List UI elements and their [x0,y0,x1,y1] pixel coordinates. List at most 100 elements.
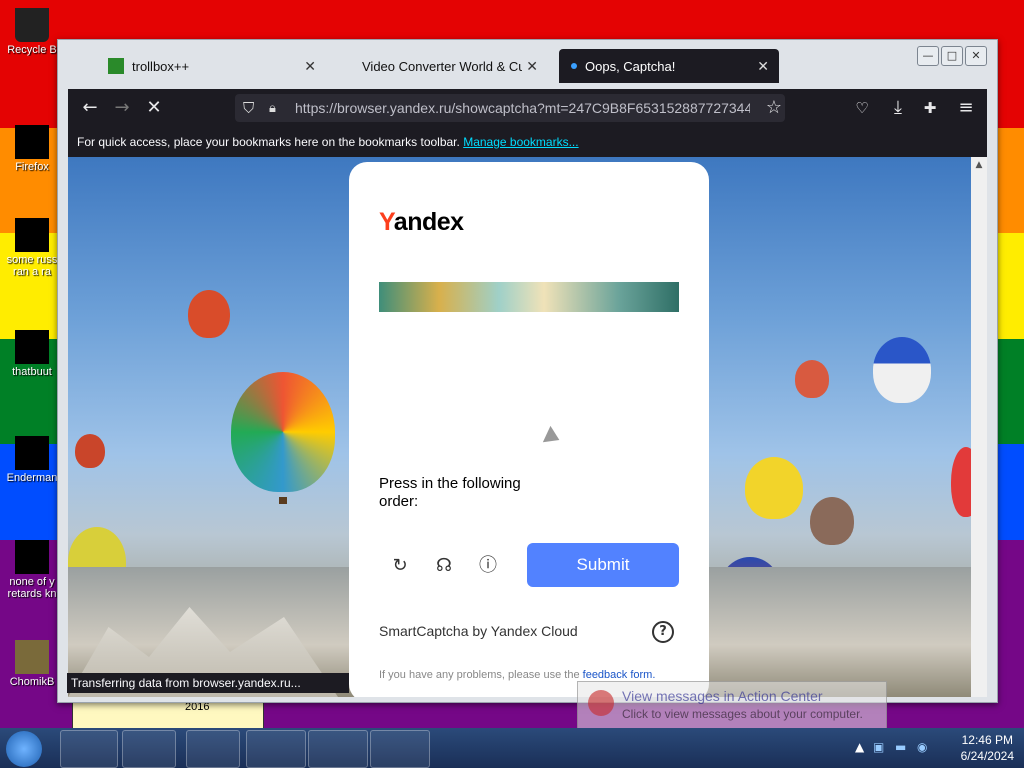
tab-label: Oops, Captcha! [585,58,676,74]
desktop-icon-firefox[interactable]: Firefox [2,125,62,173]
balloon-image [188,290,230,338]
desktop-icon-label: some russ [6,254,58,266]
captcha-instruction: Press in the following order: [379,475,521,510]
star-bookmark-icon[interactable]: ☆ [758,92,790,124]
desktop-icon-label: thatbuut [12,366,52,378]
tray-volume-icon[interactable]: ◉ [917,740,927,754]
balloon-image [745,457,803,519]
manage-bookmarks-link[interactable]: Manage bookmarks... [463,135,578,149]
clock-date: 6/24/2024 [960,749,1014,763]
url-text[interactable]: https://browser.yandex.ru/showcaptcha?mt… [295,100,750,116]
pocket-icon[interactable]: ♡ [846,92,878,124]
browser-window: trollbox++ ✕ Video Converter World & Cus… [57,39,998,703]
address-bar[interactable]: ⛉ 🔒︎ https://browser.yandex.ru/showcaptc… [235,94,785,122]
stop-loading-icon[interactable]: ✕ [138,92,170,124]
balloon-image [873,337,931,403]
bookmarks-toolbar: For quick access, place your bookmarks h… [68,127,987,157]
help-icon[interactable]: ? [652,621,674,643]
captcha-image[interactable] [379,282,679,312]
problems-text: If you have any problems, please use the [379,669,580,681]
tray-display-icon[interactable]: ▬ [895,740,906,754]
trollbox-icon [108,58,124,74]
tab-close-icon[interactable]: ✕ [304,58,316,75]
feedback-form-link[interactable]: feedback form. [583,669,656,681]
desktop-icon-label: ran a ra [13,266,51,278]
downloads-icon[interactable]: ⤓ [882,92,914,124]
shield-icon[interactable]: ⛉ [243,99,254,117]
notification-subtitle: Click to view messages about your comput… [622,707,863,721]
hamster-icon [15,640,49,674]
taskbar-item-explorer[interactable] [370,730,430,768]
desktop-icon-label: Recycle B [7,44,57,56]
system-tray: ▲ ▣ ▬ ◉ 12:46 PM 6/24/2024 [845,728,1024,768]
minimize-button[interactable]: — [917,46,939,66]
desktop-icon-enderman[interactable]: Enderman [2,436,62,484]
tab-video-converter[interactable]: Video Converter World & Custo ✕ [354,49,548,83]
taskbar-item-globe[interactable] [186,730,240,768]
desktop-icon-label: none of y [9,576,55,588]
extensions-icon[interactable]: ✚ [914,92,946,124]
tab-label: trollbox++ [132,58,190,74]
close-button[interactable]: ✕ [965,46,987,66]
menu-icon[interactable]: ≡ [950,92,982,124]
taskbar-item-terminal[interactable] [60,730,118,768]
desktop-icon-none-of-y[interactable]: none of y retards kn [2,540,62,600]
taskbar-item-media-player[interactable] [122,730,176,768]
captcha-tools: ↻ ☊ ⓘ [389,555,499,577]
taskbar: ▲ ▣ ▬ ◉ 12:46 PM 6/24/2024 [0,728,1024,768]
recycle-bin-icon [15,8,49,42]
clock-time: 12:46 PM [961,733,1013,747]
desktop-icon-label: retards kn [7,588,57,600]
window-controls: — □ ✕ [917,46,987,66]
headphones-icon[interactable]: ☊ [433,555,455,577]
back-arrow-icon[interactable]: ← [74,92,106,124]
tab-close-icon[interactable]: ✕ [526,58,538,75]
sticky-note: 2016 [72,700,264,730]
yandex-dot-icon [571,63,577,69]
desktop-icon-some-russ[interactable]: some russ ran a ra [2,218,62,278]
page-scrollbar[interactable]: ▲ [971,157,987,697]
bookmarks-hint: For quick access, place your bookmarks h… [77,135,460,149]
desktop-icon-recycle-bin[interactable]: Recycle B [2,8,62,56]
firefox-icon [15,125,49,159]
desktop-icon-chomikb[interactable]: ChomikB [2,640,62,688]
tab-label: Video Converter World & Custo [362,58,522,74]
tab-trollbox[interactable]: trollbox++ ✕ [108,49,326,83]
tray-network-icon[interactable]: ▣ [873,740,884,754]
desktop-icon-label: Firefox [15,161,49,173]
desktop-icon-label: Enderman [6,472,58,484]
yandex-logo-rest: andex [393,208,464,236]
balloon-image [795,360,829,398]
taskbar-item-firefox[interactable] [246,730,306,768]
balloon-basket [279,497,287,504]
taskbar-item-chomikbox[interactable] [308,730,368,768]
captcha-card: Yandex Press in the following order: ↻ ☊… [349,162,709,697]
shortcut-icon [15,436,49,470]
info-icon[interactable]: ⓘ [477,555,499,577]
action-center-notification[interactable]: View messages in Action Center Click to … [577,681,887,729]
tab-oops-captcha[interactable]: Oops, Captcha! ✕ [559,49,779,83]
desktop-icon-thatbuut[interactable]: thatbuut [2,330,62,378]
tray-flag-icon[interactable]: ▲ [855,740,864,754]
start-button-icon[interactable] [6,731,42,767]
notification-flag-icon [588,690,614,716]
smartcaptcha-brand: SmartCaptcha by Yandex Cloud [379,623,578,639]
yandex-logo-y: Y [379,208,394,236]
shortcut-icon [15,218,49,252]
desktop-icon-label: ChomikB [9,676,55,688]
forward-arrow-icon[interactable]: → [106,92,138,124]
shortcut-icon [15,330,49,364]
lock-icon[interactable]: 🔒︎ [269,101,276,116]
notification-title: View messages in Action Center [622,688,823,704]
refresh-icon[interactable]: ↻ [389,555,411,577]
shortcut-icon [15,540,49,574]
tab-close-icon[interactable]: ✕ [757,58,769,75]
navigation-toolbar: ← → ✕ ⛉ 🔒︎ https://browser.yandex.ru/sho… [68,89,987,127]
balloon-image [810,497,854,545]
page-viewport: Yandex Press in the following order: ↻ ☊… [68,157,971,697]
balloon-image [951,447,971,517]
maximize-button[interactable]: □ [941,46,963,66]
scroll-up-icon[interactable]: ▲ [971,157,987,173]
clock[interactable]: 12:46 PM 6/24/2024 [961,732,1014,764]
submit-button[interactable]: Submit [527,543,679,587]
